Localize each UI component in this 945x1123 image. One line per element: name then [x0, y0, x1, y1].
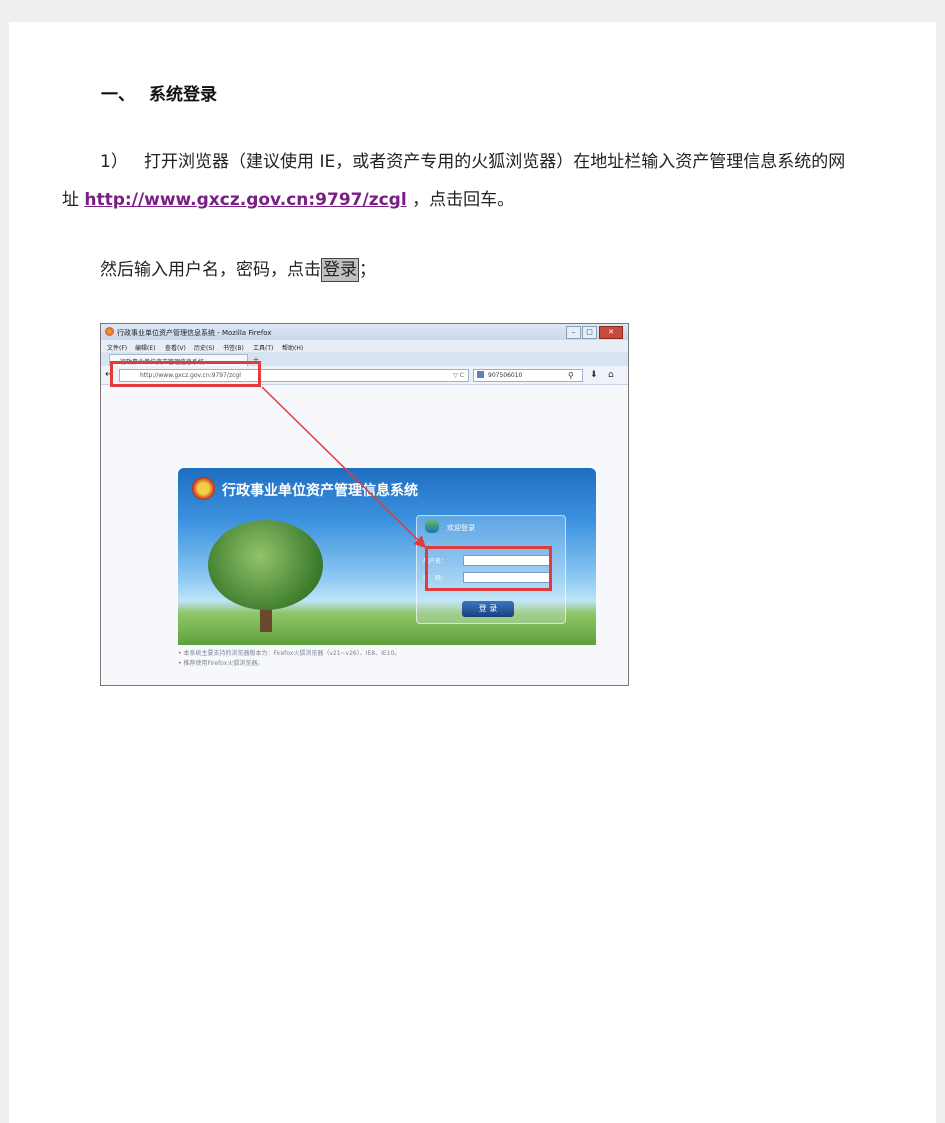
- document-page: 一、 系统登录 1） 打开浏览器（建议使用 IE，或者资产专用的火狐浏览器）在地址…: [9, 22, 936, 1123]
- step1-paragraph: 1） 打开浏览器（建议使用 IE，或者资产专用的火狐浏览器）在地址栏输入资产管理…: [100, 150, 900, 174]
- step1-text: 打开浏览器（建议使用 IE，或者资产专用的火狐浏览器）在地址栏输入资产管理信息系…: [144, 152, 846, 172]
- annotation-arrow: [261, 386, 427, 549]
- browser-screenshot: 行政事业单位资产管理信息系统 - Mozilla Firefox – □ ✕ 文…: [100, 323, 629, 686]
- section-heading: 一、 系统登录: [101, 80, 217, 105]
- step1-paragraph-line2: 址 http://www.gxcz.gov.cn:9797/zcgl ，点击回车…: [62, 188, 514, 212]
- system-url-link[interactable]: http://www.gxcz.gov.cn:9797/zcgl: [84, 190, 406, 210]
- step2-text: 然后输入用户名，密码，点击: [100, 260, 321, 280]
- step1-text-after: ，点击回车。: [412, 190, 515, 210]
- login-word-highlight: 登录: [321, 258, 359, 282]
- step2-suffix: ；: [359, 260, 376, 280]
- step2-paragraph: 然后输入用户名，密码，点击 登录；: [100, 258, 376, 282]
- step1-number: 1）: [100, 152, 128, 172]
- step1-line2-prefix: 址: [62, 190, 79, 210]
- section-number: 一、: [101, 85, 135, 105]
- section-title: 系统登录: [149, 85, 217, 105]
